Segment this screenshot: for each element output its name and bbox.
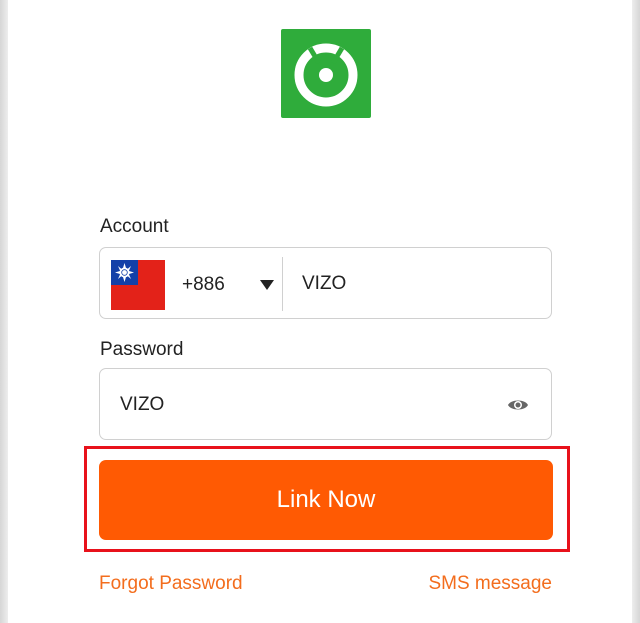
account-field[interactable]: +886 VIZO (99, 247, 552, 319)
link-now-button[interactable]: Link Now (99, 460, 553, 540)
forgot-password-link[interactable]: Forgot Password (99, 573, 243, 595)
country-code[interactable]: +886 (182, 274, 225, 296)
right-edge-shadow (632, 0, 640, 623)
account-label: Account (100, 216, 169, 237)
left-edge-shadow (0, 0, 8, 623)
password-label: Password (100, 339, 184, 360)
chevron-down-icon[interactable] (260, 280, 274, 290)
taiwan-flag-icon[interactable] (111, 260, 165, 310)
password-input[interactable]: VIZO (120, 394, 164, 416)
account-input[interactable]: VIZO (302, 273, 346, 295)
field-divider (282, 257, 283, 311)
password-field[interactable]: VIZO (99, 368, 552, 440)
eye-icon[interactable] (507, 397, 529, 413)
app-logo-icon (281, 29, 371, 118)
sms-message-link[interactable]: SMS message (428, 573, 552, 595)
